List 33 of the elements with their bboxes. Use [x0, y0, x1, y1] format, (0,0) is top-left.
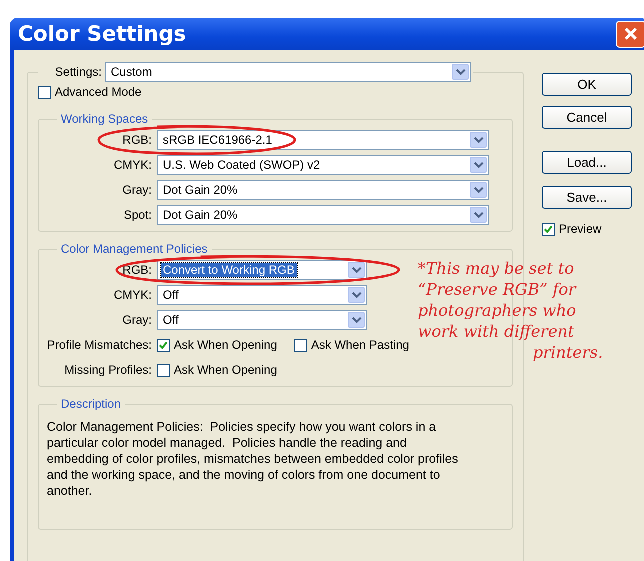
field-label: Gray: [122, 313, 152, 327]
dropdown-field[interactable]: U.S. Web Coated (SWOP) v2 [157, 155, 489, 175]
description-text: Color Management Policies: Policies specify how you want colors in a particular color model managed. Policies handle the reading and embedding of color profiles, mismatches between embedded color profiles and the working space, and the moving of colors from one document to another. [47, 419, 459, 500]
field-label: Spot: [124, 208, 152, 222]
dropdown-field[interactable]: Convert to Working RGB [157, 260, 367, 280]
window-title: Color Settings [18, 22, 186, 46]
field-label: RGB: [122, 133, 152, 147]
dropdown-field[interactable]: Dot Gain 20% [157, 205, 489, 225]
checkbox-label: Ask When Opening [174, 363, 278, 377]
checkbox-label: Ask When Pasting [311, 338, 410, 352]
annotation-note: *This may be set to “Preserve RGB” for photographers who work with different printers. [418, 258, 604, 363]
group-title: Working Spaces [60, 112, 150, 126]
dialog-button[interactable]: Load... [542, 151, 632, 174]
dialog-button[interactable]: OK [542, 73, 632, 96]
field-label: CMYK: [114, 288, 152, 302]
checkbox-label: Preview [559, 222, 602, 236]
dropdown-field[interactable]: Custom [105, 62, 471, 82]
group-title: Color Management Policies [60, 242, 209, 256]
field-label: Settings: [55, 65, 102, 79]
group-title: Description [60, 397, 122, 411]
dialog-button[interactable]: Save... [542, 186, 632, 209]
field-label: Gray: [122, 183, 152, 197]
dropdown-field[interactable]: Dot Gain 20% [157, 180, 489, 200]
dropdown-field[interactable]: Off [157, 310, 367, 330]
dialog-button[interactable]: Cancel [542, 106, 632, 129]
field-label: CMYK: [114, 158, 152, 172]
field-label: Missing Profiles: [64, 363, 152, 377]
dropdown-field[interactable]: Off [157, 285, 367, 305]
field-label: RGB: [122, 263, 152, 277]
dropdown-field[interactable]: sRGB IEC61966-2.1 [157, 130, 489, 150]
field-label: Profile Mismatches: [47, 338, 152, 352]
checkbox-label: Ask When Opening [174, 338, 278, 352]
checkbox-label: Advanced Mode [55, 85, 142, 99]
